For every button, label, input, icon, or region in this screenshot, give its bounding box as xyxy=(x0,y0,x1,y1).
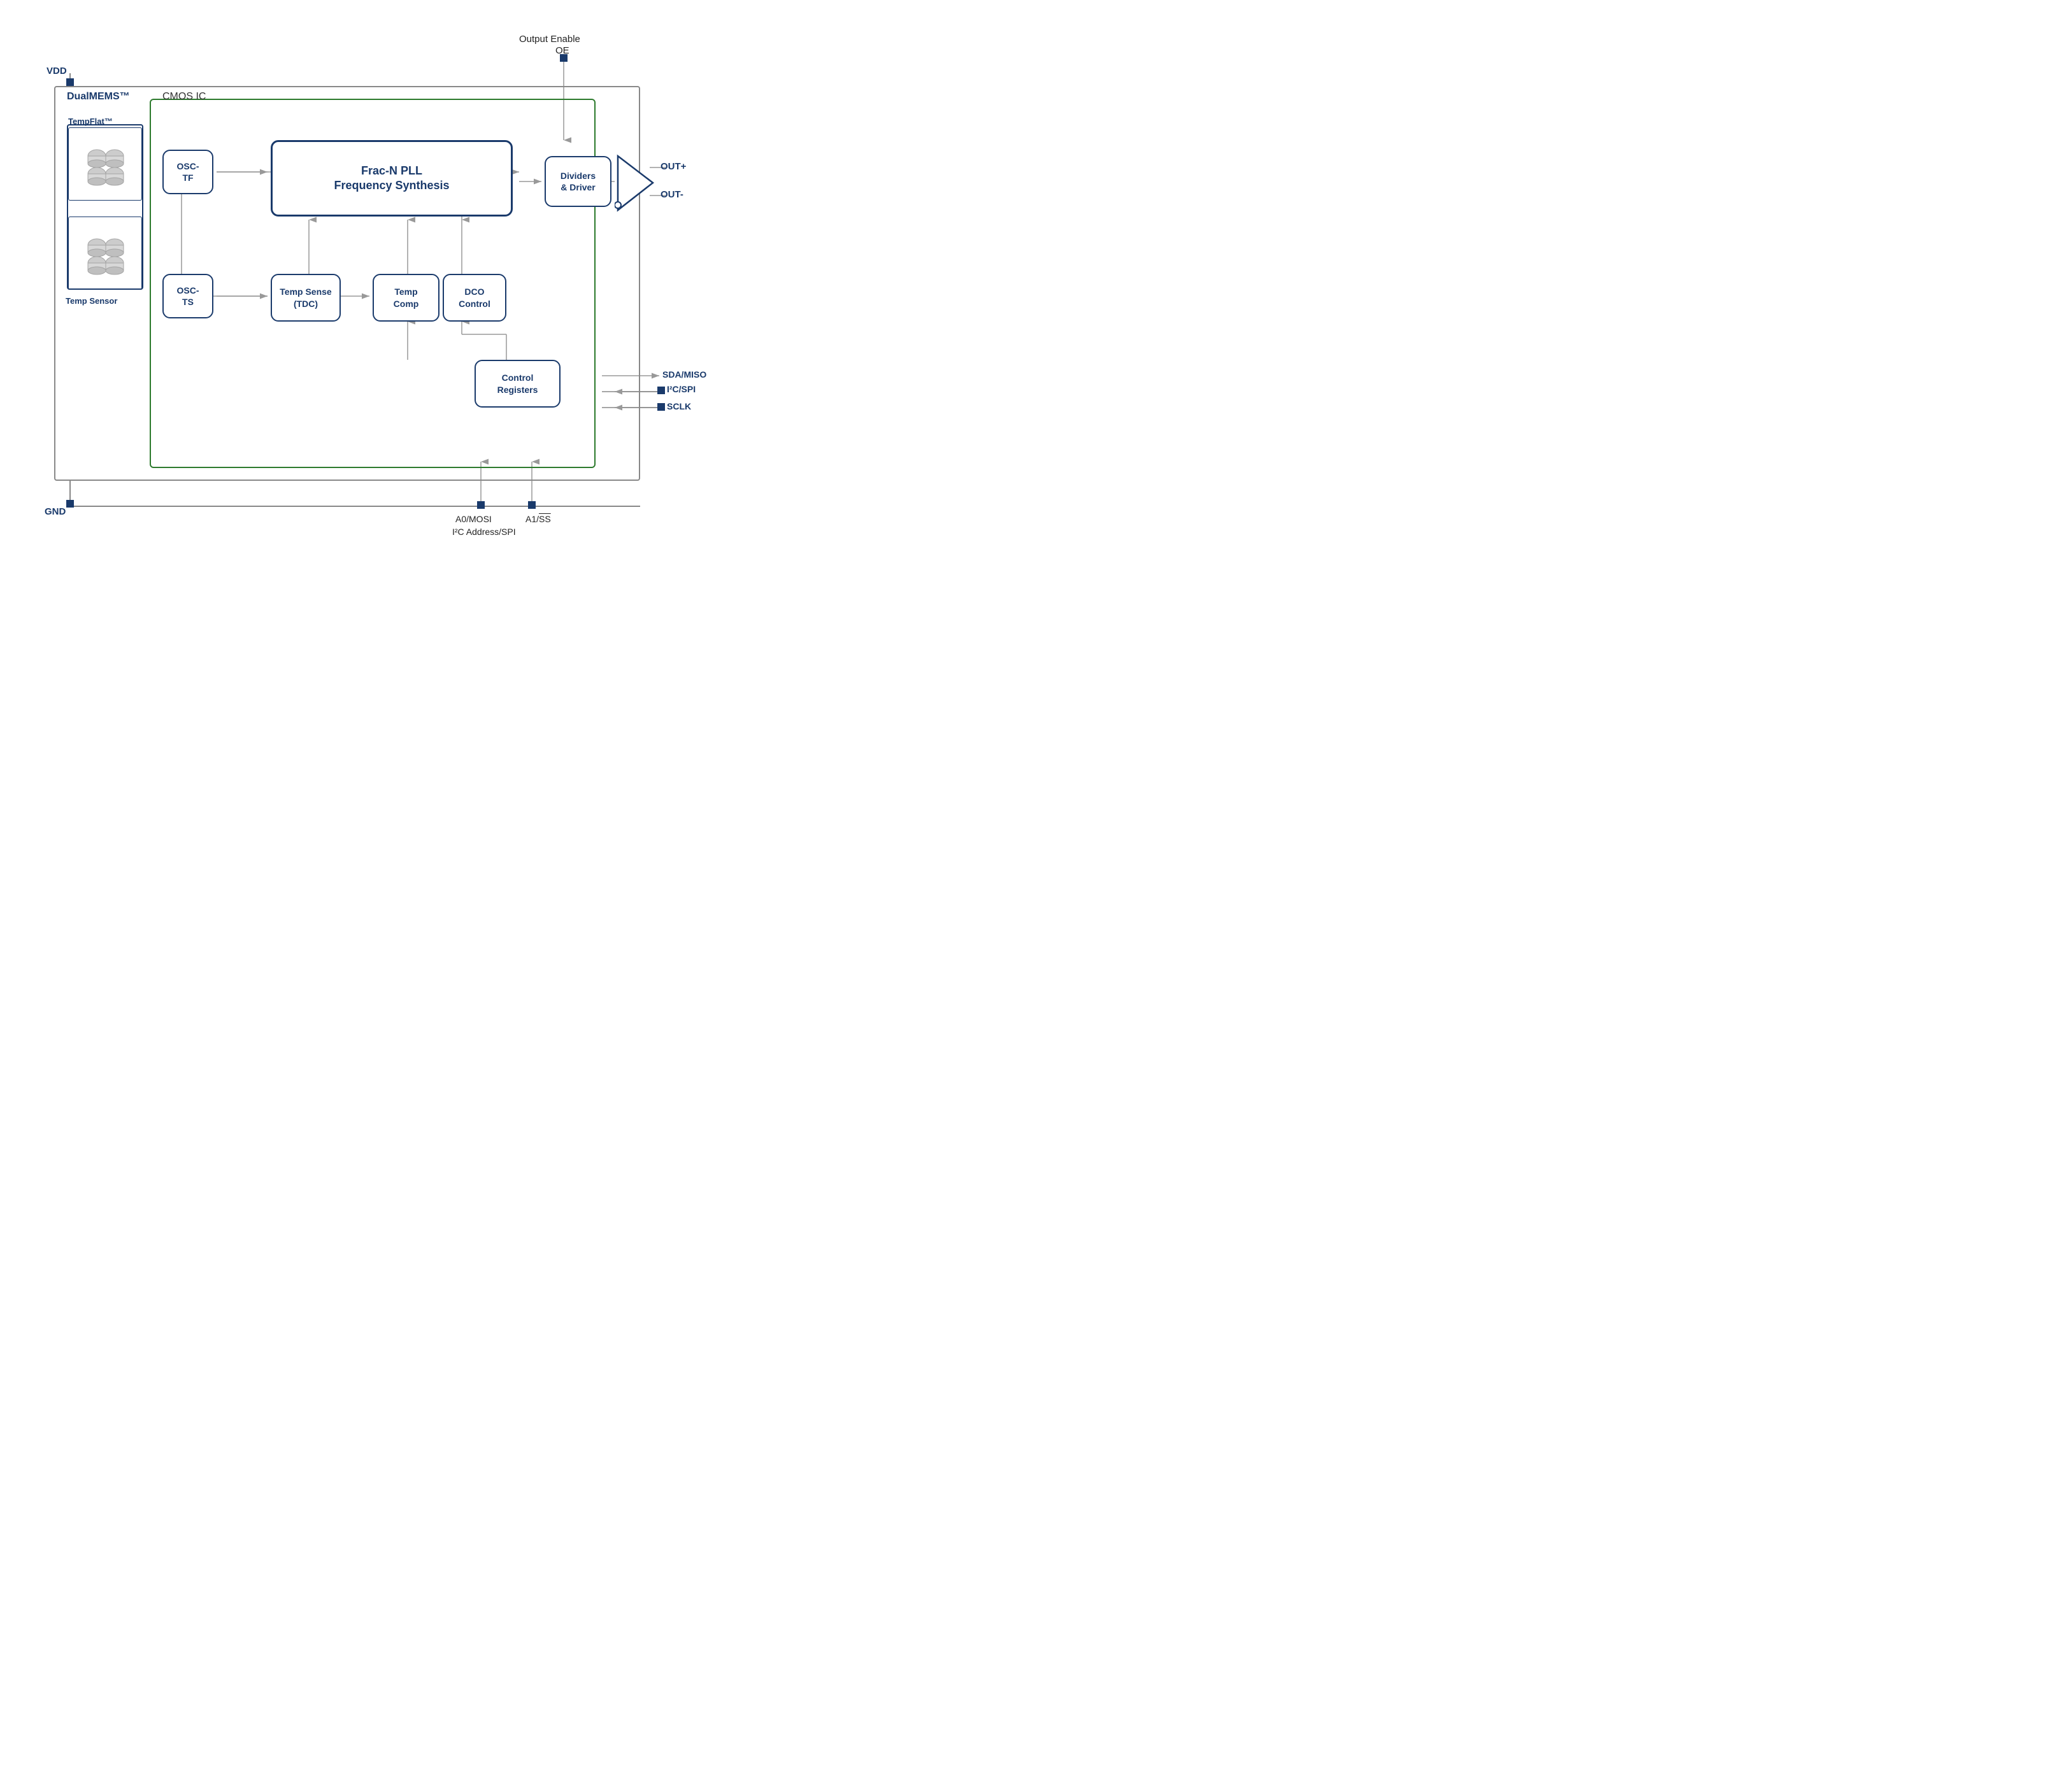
dco-control-label: DCOControl xyxy=(459,286,490,309)
tempflat-label: TempFlat™ xyxy=(68,117,113,126)
out-minus-label: OUT- xyxy=(661,189,683,200)
control-registers-label: ControlRegisters xyxy=(497,372,538,395)
a1-ss-dot xyxy=(528,501,536,509)
sclk-label: SCLK xyxy=(667,401,691,411)
osc-ts-label: OSC-TS xyxy=(177,285,199,308)
buffer-triangle-icon xyxy=(615,153,656,213)
gnd-dot xyxy=(66,500,74,508)
a1-ss-label: A1/SS xyxy=(525,514,551,524)
dividers-driver-block: Dividers& Driver xyxy=(545,156,611,207)
temp-sense-block: Temp Sense(TDC) xyxy=(271,274,341,322)
cmos-ic-label: CMOS IC xyxy=(162,91,206,103)
frac-n-pll-label: Frac-N PLLFrequency Synthesis xyxy=(334,164,449,194)
sda-miso-label: SDA/MISO xyxy=(662,369,706,380)
resonator-top-icon xyxy=(83,142,127,187)
temp-comp-block: TempComp xyxy=(373,274,439,322)
osc-ts-block: OSC-TS xyxy=(162,274,213,318)
temp-sense-label: Temp Sense(TDC) xyxy=(280,286,331,309)
vdd-label: VDD xyxy=(46,66,67,76)
out-plus-label: OUT+ xyxy=(661,161,686,172)
oe-label: OE xyxy=(555,45,569,56)
dco-control-block: DCOControl xyxy=(443,274,506,322)
block-diagram: DualMEMS™ CMOS IC TempFlat™ xyxy=(16,22,685,583)
frac-n-pll-block: Frac-N PLLFrequency Synthesis xyxy=(271,140,513,217)
i2c-spi-label: I²C/SPI xyxy=(667,384,696,394)
temp-sensor-label: Temp Sensor xyxy=(66,296,117,306)
osc-tf-block: OSC-TF xyxy=(162,150,213,194)
a0-mosi-label: A0/MOSI xyxy=(455,514,492,524)
dual-mems-label: DualMEMS™ xyxy=(67,91,130,103)
vdd-dot xyxy=(66,78,74,86)
a0-mosi-dot xyxy=(477,501,485,509)
temp-comp-label: TempComp xyxy=(394,286,419,309)
resonator-bottom-icon xyxy=(83,231,127,276)
control-registers-block: ControlRegisters xyxy=(475,360,561,408)
osc-tf-label: OSC-TF xyxy=(177,160,199,183)
gnd-label: GND xyxy=(45,506,66,517)
dividers-driver-label: Dividers& Driver xyxy=(561,170,596,193)
output-buffer xyxy=(615,153,656,217)
i2c-dot xyxy=(657,387,665,394)
osc-tf-sensor xyxy=(68,127,142,201)
sclk-dot xyxy=(657,403,665,411)
output-enable-label: Output Enable xyxy=(519,34,580,45)
osc-ts-sensor xyxy=(68,217,142,290)
i2c-address-spi-label: I²C Address/SPI xyxy=(452,527,516,537)
